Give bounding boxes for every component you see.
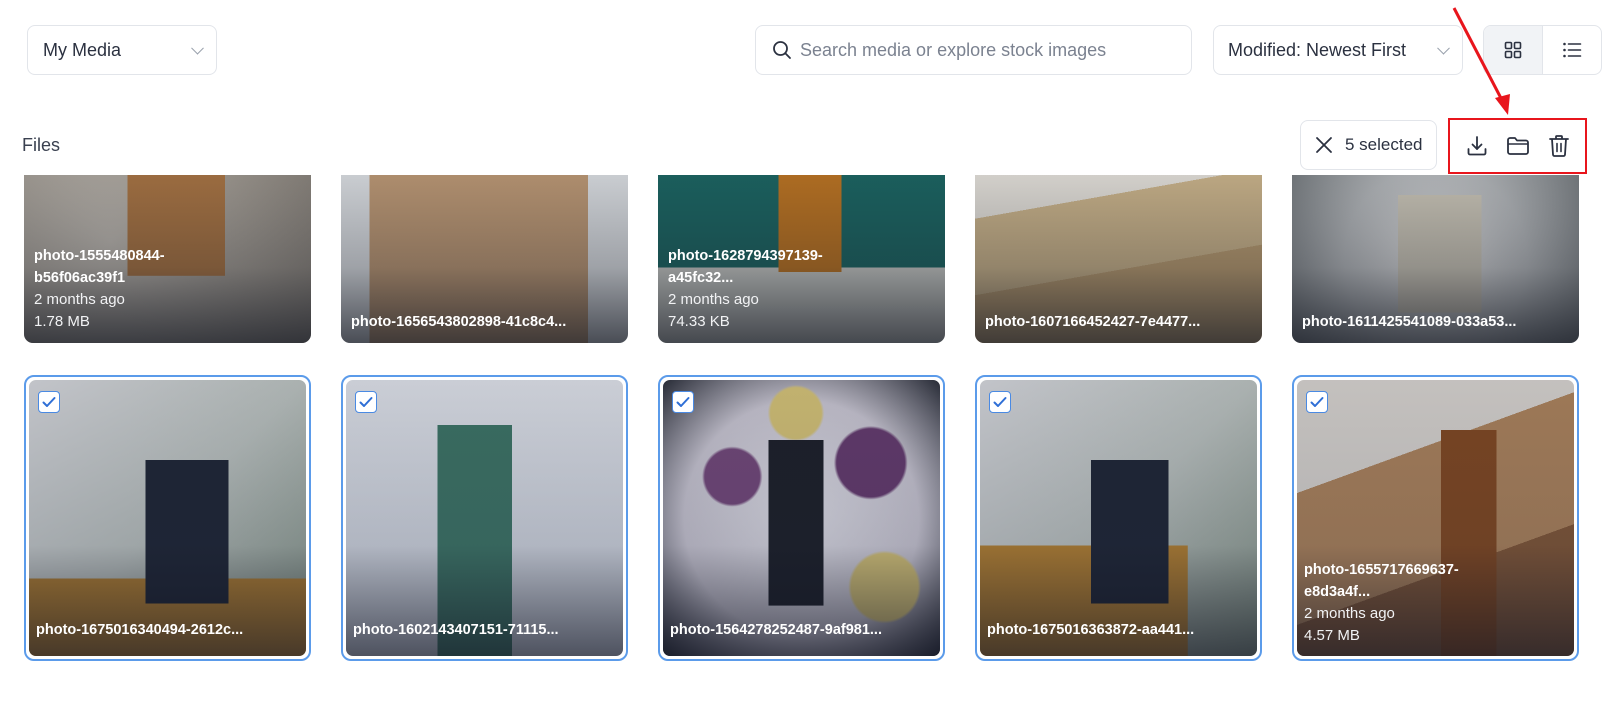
checkmark-icon — [1310, 397, 1324, 407]
trash-icon — [1548, 135, 1569, 157]
file-age: 2 months ago — [668, 291, 759, 308]
file-name: photo-1656543802898-41c8c4... — [351, 314, 567, 330]
thumbnail-image — [346, 380, 623, 656]
list-icon — [1563, 42, 1582, 58]
grid-icon — [1504, 41, 1522, 59]
grid-view-button[interactable] — [1484, 26, 1543, 74]
media-card[interactable]: photo-1656543802898-41c8c4... — [341, 175, 628, 343]
chevron-down-icon — [191, 41, 204, 55]
media-card-selected[interactable]: photo-1675016363872-aa441... — [975, 375, 1262, 661]
media-card-selected[interactable]: photo-1675016340494-2612c... — [24, 375, 311, 661]
file-name: photo-1628794397139- a45fc32... — [668, 248, 823, 286]
media-card[interactable]: photo-1611425541089-033a53... — [1292, 175, 1579, 343]
download-icon — [1467, 136, 1486, 156]
media-card-selected[interactable]: photo-1602143407151-71115... — [341, 375, 628, 661]
list-view-button[interactable] — [1543, 26, 1601, 74]
sort-label: Modified: Newest First — [1228, 39, 1407, 60]
search-box[interactable] — [755, 25, 1192, 75]
clear-selection-button[interactable] — [1315, 136, 1333, 154]
chevron-down-icon — [1437, 41, 1450, 55]
file-name: photo-1607166452427-7e4477... — [985, 314, 1201, 330]
checkmark-icon — [676, 397, 690, 407]
selected-count: 5 selected — [1345, 135, 1423, 154]
media-card[interactable]: photo-1607166452427-7e4477... — [975, 175, 1262, 343]
file-name: photo-1675016363872-aa441... — [987, 622, 1195, 638]
media-source-dropdown[interactable]: My Media — [27, 25, 217, 75]
media-card-selected[interactable]: photo-1655717669637- e8d3a4f... 2 months… — [1292, 375, 1579, 661]
file-name: photo-1555480844- b56f06ac39f1 — [34, 248, 165, 286]
selection-checkbox[interactable] — [672, 391, 694, 413]
media-source-label: My Media — [43, 39, 122, 60]
checkmark-icon — [359, 397, 373, 407]
move-to-folder-button[interactable] — [1501, 129, 1535, 163]
search-input[interactable] — [800, 39, 1180, 61]
file-age: 2 months ago — [1304, 605, 1395, 622]
file-name: photo-1602143407151-71115... — [353, 622, 559, 638]
view-toggle — [1483, 25, 1602, 75]
download-button[interactable] — [1460, 129, 1494, 163]
thumbnail-image — [980, 380, 1257, 656]
file-size: 4.57 MB — [1304, 627, 1360, 644]
media-card-selected[interactable]: photo-1564278252487-9af981... — [658, 375, 945, 661]
media-card[interactable]: photo-1628794397139- a45fc32... 2 months… — [658, 175, 945, 343]
media-card[interactable]: photo-1555480844- b56f06ac39f1 2 months … — [24, 175, 311, 343]
file-name: photo-1611425541089-033a53... — [1302, 314, 1517, 330]
bulk-actions — [1448, 118, 1587, 174]
selection-checkbox[interactable] — [1306, 391, 1328, 413]
checkmark-icon — [993, 397, 1007, 407]
file-name: photo-1564278252487-9af981... — [670, 622, 882, 638]
file-name: photo-1675016340494-2612c... — [36, 622, 244, 638]
search-icon — [773, 41, 791, 59]
file-size: 74.33 KB — [668, 313, 730, 330]
selection-checkbox[interactable] — [989, 391, 1011, 413]
close-icon — [1316, 137, 1332, 153]
selection-chip[interactable]: 5 selected — [1300, 120, 1437, 170]
delete-button[interactable] — [1542, 129, 1576, 163]
file-age: 2 months ago — [34, 291, 125, 308]
folder-icon — [1506, 137, 1529, 155]
selection-checkbox[interactable] — [38, 391, 60, 413]
thumbnail-image — [663, 380, 940, 656]
checkmark-icon — [42, 397, 56, 407]
thumbnail-image — [29, 380, 306, 656]
file-size: 1.78 MB — [34, 313, 90, 330]
sort-dropdown[interactable]: Modified: Newest First — [1213, 25, 1463, 75]
files-heading: Files — [22, 135, 61, 155]
file-name: photo-1655717669637- e8d3a4f... — [1304, 562, 1459, 600]
selection-checkbox[interactable] — [355, 391, 377, 413]
